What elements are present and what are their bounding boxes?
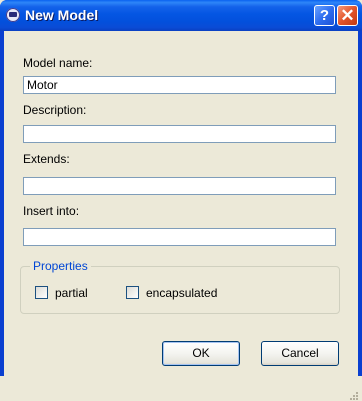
question-mark-icon: ?: [319, 7, 330, 24]
cancel-button[interactable]: Cancel: [261, 341, 339, 366]
app-icon: [6, 8, 20, 22]
insert-into-input[interactable]: [23, 228, 336, 246]
model-name-input[interactable]: [23, 76, 336, 94]
partial-checkbox[interactable]: [35, 286, 48, 299]
properties-legend: Properties: [30, 259, 91, 273]
dialog-body: Model name: Description: Extends: Insert…: [4, 31, 358, 400]
partial-label[interactable]: partial: [55, 286, 88, 300]
close-icon: ✕: [340, 6, 355, 25]
close-button[interactable]: ✕: [337, 5, 358, 26]
new-model-dialog: New Model ? ✕ Model name: Description: E…: [0, 0, 362, 400]
extends-input[interactable]: [23, 177, 336, 195]
extends-label: Extends:: [23, 152, 70, 166]
encapsulated-label[interactable]: encapsulated: [146, 286, 217, 300]
description-input[interactable]: [23, 125, 336, 143]
description-label: Description:: [23, 103, 87, 117]
insert-into-label: Insert into:: [23, 204, 80, 218]
title-bar[interactable]: New Model ? ✕: [0, 0, 362, 31]
encapsulated-checkbox[interactable]: [126, 286, 139, 299]
resize-grip-icon[interactable]: [349, 391, 359, 401]
ok-button[interactable]: OK: [162, 341, 240, 366]
help-button[interactable]: ?: [314, 5, 335, 26]
dialog-title: New Model: [25, 7, 99, 23]
model-name-label: Model name:: [23, 56, 93, 70]
